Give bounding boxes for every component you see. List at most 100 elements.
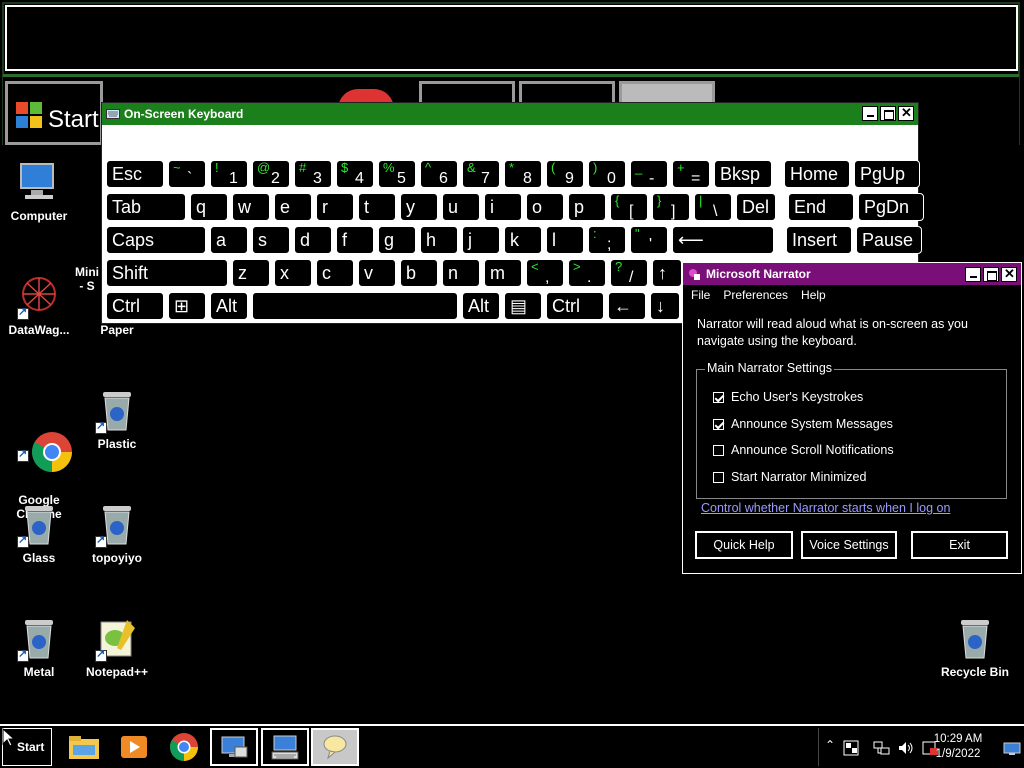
maximize-button[interactable] bbox=[880, 106, 896, 121]
osk-key[interactable]: @2 bbox=[252, 160, 290, 188]
checkbox-announce-system-messages[interactable]: Announce System Messages bbox=[713, 416, 893, 432]
osk-key[interactable]: r bbox=[316, 193, 354, 221]
osk-key[interactable]: i bbox=[484, 193, 522, 221]
osk-key[interactable]: b bbox=[400, 259, 438, 287]
osk-key[interactable]: ! 1 bbox=[210, 160, 248, 188]
osk-key[interactable]: f bbox=[336, 226, 374, 254]
osk-key[interactable]: p bbox=[568, 193, 606, 221]
osk-key[interactable]: q bbox=[190, 193, 228, 221]
checkbox-start-minimized[interactable]: Start Narrator Minimized bbox=[713, 469, 866, 485]
osk-key[interactable]: n bbox=[442, 259, 480, 287]
voice-settings-button[interactable]: Voice Settings bbox=[801, 531, 897, 559]
osk-key[interactable]: (9 bbox=[546, 160, 584, 188]
osk-key[interactable]: :; bbox=[588, 226, 626, 254]
osk-key[interactable]: <, bbox=[526, 259, 564, 287]
osk-key[interactable]: Esc bbox=[106, 160, 164, 188]
osk-key[interactable]: c bbox=[316, 259, 354, 287]
osk-key[interactable]: Bksp bbox=[714, 160, 772, 188]
desktop-icon-topoyiyo[interactable]: topoyiyo bbox=[78, 502, 156, 565]
minimize-button[interactable] bbox=[862, 106, 878, 121]
osk-key[interactable]: PgDn bbox=[858, 193, 924, 221]
menu-preferences[interactable]: Preferences bbox=[723, 288, 788, 302]
osk-key[interactable]: * 8 bbox=[504, 160, 542, 188]
osk-key[interactable]: t bbox=[358, 193, 396, 221]
osk-title-bar[interactable]: On-Screen Keyboard ✕ bbox=[102, 103, 918, 125]
maximize-button[interactable] bbox=[983, 267, 999, 282]
osk-key[interactable]: Insert bbox=[786, 226, 852, 254]
close-button[interactable]: ✕ bbox=[898, 105, 914, 121]
osk-key[interactable]: Alt bbox=[210, 292, 248, 320]
startup-settings-link[interactable]: Control whether Narrator starts when I l… bbox=[701, 501, 950, 515]
quick-help-button[interactable]: Quick Help bbox=[695, 531, 793, 559]
flag-icon[interactable] bbox=[843, 740, 859, 756]
taskbar-chrome[interactable] bbox=[162, 728, 206, 766]
volume-icon[interactable] bbox=[897, 740, 915, 756]
osk-key[interactable]: s bbox=[252, 226, 290, 254]
osk-key[interactable]: d bbox=[294, 226, 332, 254]
osk-key[interactable]: o bbox=[526, 193, 564, 221]
show-hidden-icon[interactable]: ⌃ bbox=[825, 738, 835, 752]
osk-key[interactable]: & 7 bbox=[462, 160, 500, 188]
taskbar-file-explorer[interactable] bbox=[62, 728, 106, 766]
menu-help[interactable]: Help bbox=[801, 288, 826, 302]
osk-key[interactable]: m bbox=[484, 259, 522, 287]
osk-key[interactable]: PgUp bbox=[854, 160, 920, 188]
osk-key[interactable]: w bbox=[232, 193, 270, 221]
osk-key[interactable]: " ' bbox=[630, 226, 668, 254]
desktop-icon-glass[interactable]: Glass bbox=[0, 502, 78, 565]
minimize-button[interactable] bbox=[965, 267, 981, 282]
osk-key[interactable]: $4 bbox=[336, 160, 374, 188]
osk-key[interactable]: k bbox=[504, 226, 542, 254]
narrator-title-bar[interactable]: Microsoft Narrator ✕ bbox=[683, 263, 1021, 285]
osk-key[interactable]: ^ 6 bbox=[420, 160, 458, 188]
osk-key[interactable]: ? / bbox=[610, 259, 648, 287]
osk-key[interactable]: Pause bbox=[856, 226, 922, 254]
menu-file[interactable]: File bbox=[691, 288, 710, 302]
osk-key[interactable]: ⊞ bbox=[168, 292, 206, 320]
osk-key[interactable] bbox=[252, 292, 458, 320]
osk-key[interactable]: ▤ bbox=[504, 292, 542, 320]
clock[interactable]: 10:29 AM 1/9/2022 bbox=[930, 732, 986, 762]
desktop-icon-plastic[interactable]: Plastic bbox=[78, 388, 156, 451]
show-desktop-icon[interactable] bbox=[1003, 742, 1021, 756]
checkbox-echo-keystrokes[interactable]: Echo User's Keystrokes bbox=[713, 389, 863, 405]
osk-key[interactable]: Caps bbox=[106, 226, 206, 254]
osk-key[interactable]: Ctrl bbox=[546, 292, 604, 320]
osk-key[interactable]: Ctrl bbox=[106, 292, 164, 320]
osk-key[interactable]: {[ bbox=[610, 193, 648, 221]
osk-key[interactable]: ↑ bbox=[652, 259, 682, 287]
osk-key[interactable]: ← bbox=[608, 292, 646, 320]
osk-key[interactable]: ↓ bbox=[650, 292, 680, 320]
osk-key[interactable]: j bbox=[462, 226, 500, 254]
osk-key[interactable]: h bbox=[420, 226, 458, 254]
desktop-icon-metal[interactable]: Metal bbox=[0, 616, 78, 679]
osk-key[interactable]: Home bbox=[784, 160, 850, 188]
desktop-icon-notepad-plus-plus[interactable]: Notepad++ bbox=[78, 616, 156, 679]
desktop-icon-datawag[interactable]: DataWag... bbox=[0, 274, 78, 337]
osk-key[interactable]: l bbox=[546, 226, 584, 254]
exit-button[interactable]: Exit bbox=[911, 531, 1008, 559]
checkbox-announce-scroll-notifications[interactable]: Announce Scroll Notifications bbox=[713, 442, 894, 458]
osk-key[interactable]: ~ ` bbox=[168, 160, 206, 188]
taskbar-speech-app[interactable] bbox=[311, 728, 359, 766]
osk-key[interactable]: y bbox=[400, 193, 438, 221]
osk-key[interactable]: a bbox=[210, 226, 248, 254]
osk-key[interactable]: v bbox=[358, 259, 396, 287]
osk-key[interactable]: End bbox=[788, 193, 854, 221]
osk-key[interactable]: z bbox=[232, 259, 270, 287]
osk-key[interactable]: Shift bbox=[106, 259, 228, 287]
osk-key[interactable]: x bbox=[274, 259, 312, 287]
osk-key[interactable]: Tab bbox=[106, 193, 186, 221]
osk-key[interactable]: ) 0 bbox=[588, 160, 626, 188]
osk-key[interactable]: Alt bbox=[462, 292, 500, 320]
osk-key[interactable]: ⟵ bbox=[672, 226, 774, 254]
desktop-icon-computer[interactable]: Computer bbox=[0, 160, 78, 223]
osk-key[interactable]: | \ bbox=[694, 193, 732, 221]
network-icon[interactable] bbox=[873, 740, 891, 756]
osk-key[interactable]: #3 bbox=[294, 160, 332, 188]
taskbar-osk-app[interactable] bbox=[261, 728, 309, 766]
osk-key[interactable]: >. bbox=[568, 259, 606, 287]
osk-key[interactable]: % 5 bbox=[378, 160, 416, 188]
desktop-icon-recycle-bin[interactable]: Recycle Bin bbox=[936, 616, 1014, 679]
osk-key[interactable]: u bbox=[442, 193, 480, 221]
